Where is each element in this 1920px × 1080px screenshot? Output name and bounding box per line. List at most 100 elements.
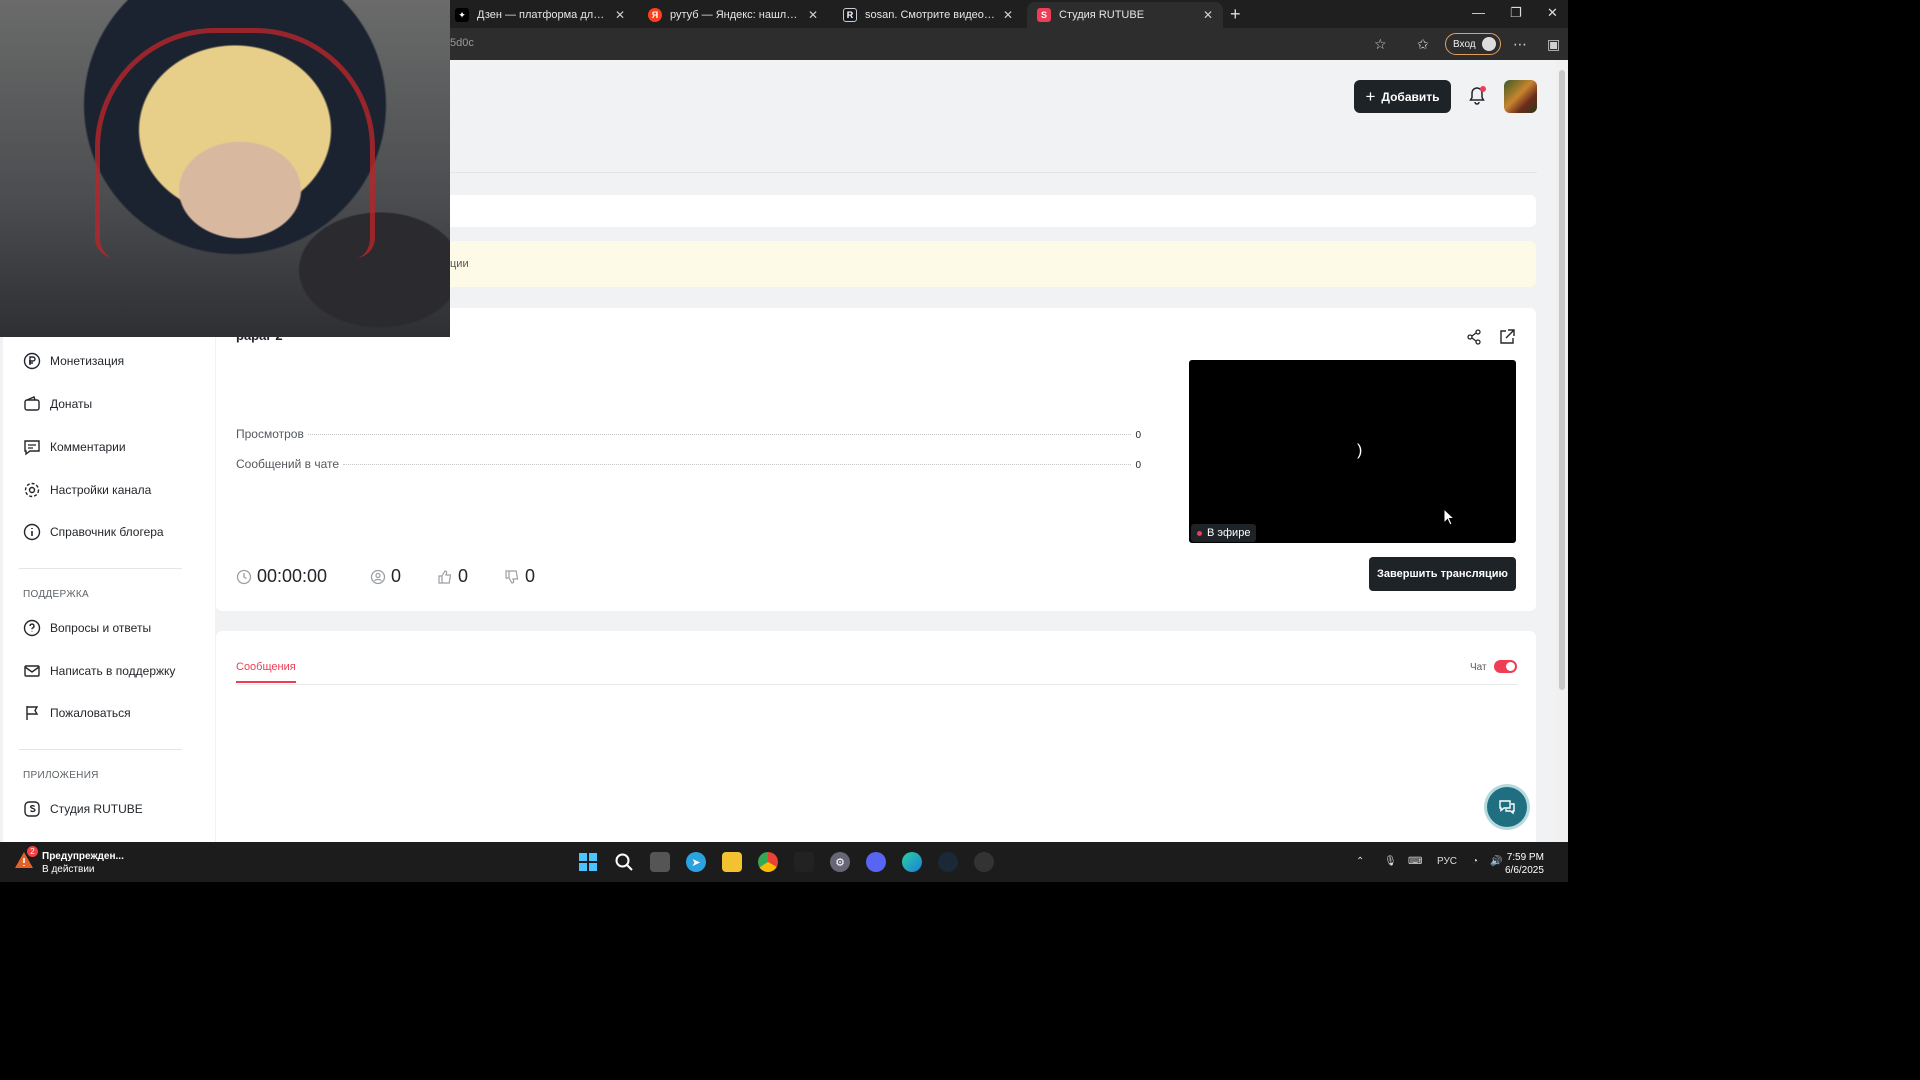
url-field[interactable]: 5d0c <box>450 37 474 49</box>
microphone-icon[interactable]: 🎙 <box>1384 856 1397 867</box>
favorite-star-icon[interactable]: ☆ <box>1374 36 1387 53</box>
sidebar-item-report[interactable]: Пожаловаться <box>23 704 131 722</box>
add-button-label: Добавить <box>1381 89 1440 104</box>
wifi-icon[interactable]: ◔ <box>1472 856 1478 867</box>
close-icon[interactable]: ✕ <box>808 8 818 22</box>
likes-metric: 0 <box>437 566 504 587</box>
app-icon[interactable] <box>794 852 814 872</box>
sidebar-toggle-icon[interactable]: ▣ <box>1547 36 1560 53</box>
sidebar-item-label: Написать в поддержку <box>50 664 176 678</box>
notification-dot <box>1480 86 1486 92</box>
warning-notification[interactable]: 2 Предупрежден... В действии <box>14 846 124 876</box>
sidebar-item-blogger-guide[interactable]: Справочник блогера <box>23 523 164 541</box>
info-strip <box>450 195 1536 227</box>
ruble-icon <box>23 352 41 370</box>
clock-date: 6/6/2025 <box>1505 865 1544 876</box>
duration-metric: 00:00:00 <box>236 566 370 587</box>
chat-card: Сообщения Чат <box>216 631 1536 842</box>
close-icon[interactable]: ✕ <box>615 8 625 22</box>
tab-title: Студия RUTUBE <box>1059 9 1145 21</box>
profile-icon <box>1481 37 1496 51</box>
bell-icon[interactable] <box>1467 86 1487 106</box>
browser-tab-sosan[interactable]: R sosan. Смотрите видео онлайн, ✕ <box>833 2 1023 28</box>
webcam-chair <box>95 28 375 258</box>
stream-preview[interactable]: ) В эфире <box>1189 360 1516 543</box>
restore-icon[interactable]: ❐ <box>1510 5 1522 21</box>
mail-icon <box>24 665 40 677</box>
browser-tab-rutube-studio[interactable]: S Студия RUTUBE ✕ <box>1027 2 1223 28</box>
sidebar-item-donations[interactable]: Донаты <box>23 395 92 413</box>
tab-messages[interactable]: Сообщения <box>236 661 296 683</box>
stat-value: 0 <box>1135 460 1141 471</box>
end-stream-button[interactable]: Завершить трансляцию <box>1369 557 1516 591</box>
language-indicator[interactable]: РУС <box>1437 856 1457 867</box>
add-button[interactable]: + Добавить <box>1354 80 1451 113</box>
live-dot <box>1197 530 1202 536</box>
telegram-icon[interactable]: ➤ <box>686 852 706 872</box>
close-icon[interactable]: ✕ <box>1203 8 1213 22</box>
viewers-value: 0 <box>391 566 402 586</box>
close-icon[interactable]: ✕ <box>1003 8 1013 22</box>
chrome-icon[interactable] <box>758 852 778 872</box>
browser-login-button[interactable]: Вход <box>1445 33 1501 55</box>
sidebar-section-apps: ПРИЛОЖЕНИЯ <box>23 770 99 781</box>
notification-count: 2 <box>27 846 38 857</box>
more-menu-icon[interactable]: ⋯ <box>1513 36 1527 53</box>
stat-views: Просмотров 0 <box>236 427 1141 441</box>
stat-value: 0 <box>1135 430 1141 441</box>
sidebar-item-monetization[interactable]: Монетизация <box>23 352 124 370</box>
preview-glyph: ) <box>1357 442 1363 459</box>
browser-tab-zen[interactable]: ✦ Дзен — платформа для просмо ✕ <box>445 2 635 28</box>
task-view-icon[interactable] <box>650 852 670 872</box>
webcam-overlay <box>0 0 450 337</box>
page-scrollbar[interactable] <box>1556 60 1568 842</box>
sidebar-item-channel-settings[interactable]: Настройки канала <box>23 481 151 499</box>
thumbs-up-icon <box>438 569 452 584</box>
chat-toggle-label: Чат <box>1470 662 1487 673</box>
search-icon[interactable] <box>614 852 634 872</box>
clock-icon <box>236 569 252 584</box>
keyboard-icon[interactable]: ⌨ <box>1408 856 1422 867</box>
steam-icon[interactable] <box>938 852 958 872</box>
windows-start-icon[interactable] <box>578 852 598 872</box>
browser-tab-yandex[interactable]: Я рутуб — Яндекс: нашлось 3 млн ✕ <box>638 2 828 28</box>
chat-toggle[interactable] <box>1494 660 1517 673</box>
dislikes-value: 0 <box>525 566 536 586</box>
sidebar-item-comments[interactable]: Комментарии <box>23 438 126 456</box>
tab-title: рутуб — Яндекс: нашлось 3 млн <box>670 9 800 21</box>
sidebar-item-write-support[interactable]: Написать в поддержку <box>23 662 175 680</box>
favorites-list-icon[interactable]: ✩ <box>1417 36 1429 53</box>
support-chat-button[interactable] <box>1487 787 1527 827</box>
stat-label: Просмотров <box>236 427 304 441</box>
tray-overflow-icon[interactable]: ⌃ <box>1356 856 1364 867</box>
duration-value: 00:00:00 <box>257 566 328 586</box>
file-explorer-icon[interactable] <box>722 852 742 872</box>
notice-banner: ции <box>450 241 1536 287</box>
stream-card: рараг 2 Просмотров 0 Сообщений в чате 0 … <box>216 308 1536 611</box>
windows-taskbar: 2 Предупрежден... В действии ➤ ⚙ ⌃ 🎙 ⌨ Р… <box>0 842 1568 882</box>
sidebar-item-faq[interactable]: Вопросы и ответы <box>23 619 151 637</box>
info-icon <box>23 523 41 541</box>
external-link-icon[interactable] <box>1498 328 1516 346</box>
taskbar-clock[interactable]: 7:59 PM 6/6/2025 <box>1505 851 1544 877</box>
stream-metrics: 00:00:00 0 0 0 <box>236 566 571 587</box>
obs-icon[interactable] <box>974 852 994 872</box>
zen-icon: ✦ <box>455 8 469 22</box>
notification-title: Предупрежден... <box>42 851 124 862</box>
discord-icon[interactable] <box>866 852 886 872</box>
avatar[interactable] <box>1504 80 1537 113</box>
live-label: В эфире <box>1207 527 1251 539</box>
share-icon[interactable] <box>1465 328 1483 346</box>
sidebar-item-rutube-studio-app[interactable]: Студия RUTUBE <box>23 800 143 818</box>
tab-title: sosan. Смотрите видео онлайн, <box>865 9 995 21</box>
chat-divider <box>236 684 1518 685</box>
new-tab-button[interactable]: + <box>1230 4 1241 25</box>
volume-icon[interactable]: 🔊 <box>1490 856 1502 867</box>
minimize-icon[interactable]: — <box>1472 5 1485 20</box>
window-close-icon[interactable]: ✕ <box>1547 5 1558 21</box>
edge-icon[interactable] <box>902 852 922 872</box>
mouse-cursor-icon <box>1443 508 1455 526</box>
settings-gear-icon[interactable]: ⚙ <box>830 852 850 872</box>
warning-icon: 2 <box>14 846 38 870</box>
scrollbar-thumb[interactable] <box>1559 70 1565 690</box>
